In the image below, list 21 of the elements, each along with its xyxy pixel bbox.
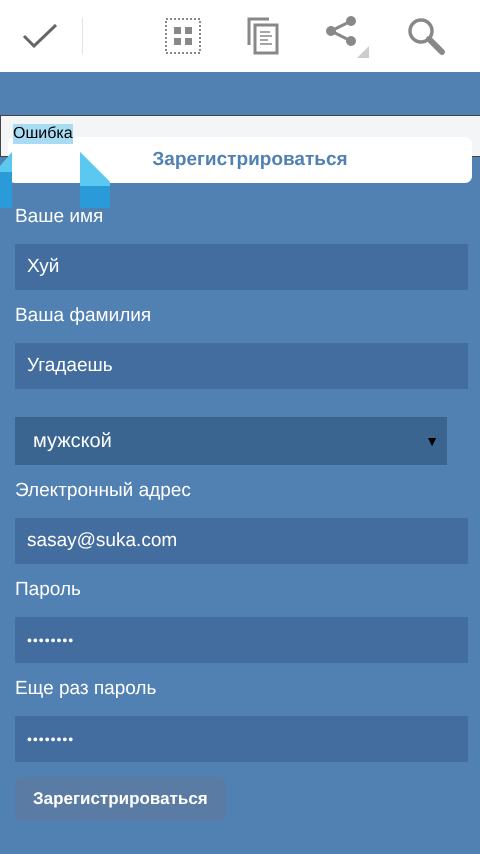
check-icon[interactable] <box>22 23 58 49</box>
error-text: Ошибка <box>13 124 73 144</box>
input-field[interactable]: Хуй <box>15 244 468 290</box>
field-label: Ваше имя <box>15 205 104 229</box>
password-field[interactable]: •••••••• <box>15 617 468 663</box>
register-button[interactable]: Зарегистрироваться <box>15 777 226 821</box>
input-field[interactable]: sasay@suka.com <box>15 518 468 564</box>
selection-handle[interactable] <box>80 152 112 208</box>
field-label: Ваша фамилия <box>15 304 152 328</box>
copy-icon[interactable] <box>247 17 279 55</box>
password-field[interactable]: •••••••• <box>15 716 468 762</box>
selection-handle[interactable] <box>0 152 14 208</box>
gender-dropdown[interactable]: мужской ▼ <box>15 417 447 465</box>
search-icon[interactable] <box>407 17 445 55</box>
select-all-icon[interactable] <box>165 18 201 54</box>
input-field[interactable]: Угадаешь <box>15 343 468 389</box>
field-label: Еще раз пароль <box>15 677 156 701</box>
field-label: Электронный адрес <box>15 479 191 503</box>
header-title: Зарегистрироваться <box>152 149 348 171</box>
share-icon[interactable] <box>325 14 369 58</box>
field-label: Пароль <box>15 578 81 602</box>
